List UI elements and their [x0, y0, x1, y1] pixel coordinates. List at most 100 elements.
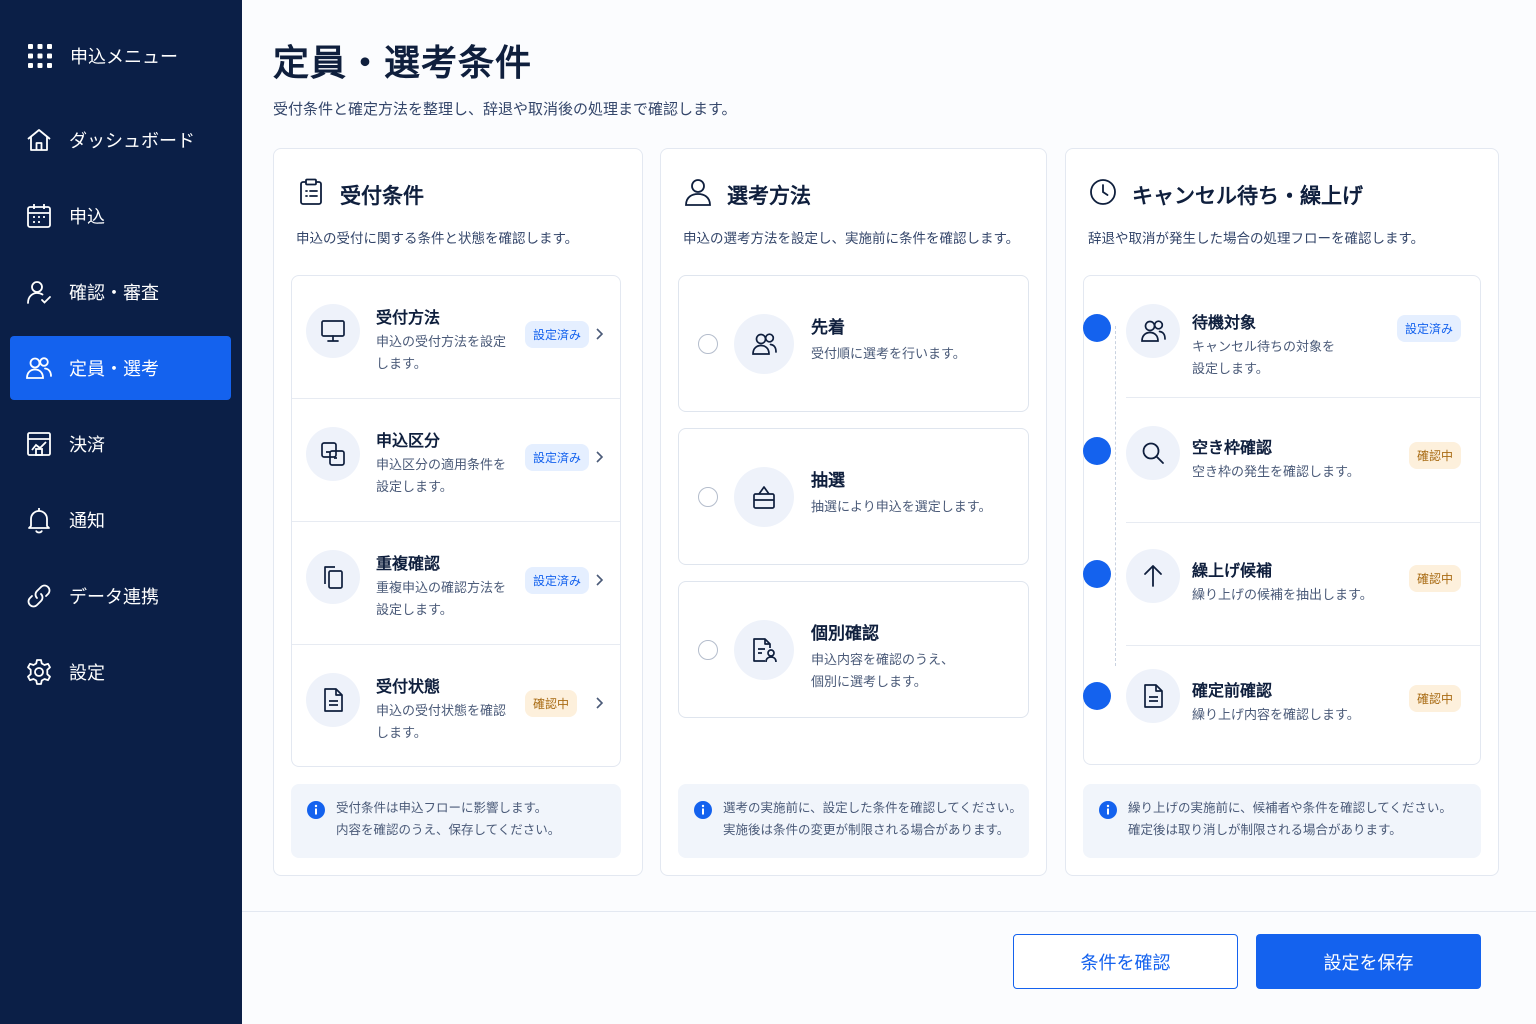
bell-icon — [25, 506, 53, 534]
option-title: 先着 — [811, 318, 845, 338]
option-desc: 受付順に選考を行います。 — [811, 347, 966, 362]
footer-divider — [242, 911, 1536, 912]
step-title: 繰上げ候補 — [1192, 561, 1273, 580]
selection-option-lottery[interactable]: 抽選 抽選により申込を選定します。 — [678, 428, 1029, 565]
app-menu-button[interactable]: 申込メニュー — [26, 42, 178, 70]
sidebar-item-label: 申込 — [69, 207, 105, 228]
reception-info-box: 受付条件は申込フローに影響します。 内容を確認のうえ、保存してください。 — [291, 784, 621, 858]
selection-panel-desc: 申込の選考方法を設定し、実施前に条件を確認します。 — [683, 231, 1020, 247]
sidebar-item-applications[interactable]: 申込 — [10, 184, 231, 248]
step-desc-line: 設定します。 — [1192, 362, 1269, 377]
sidebar: 申込メニュー ダッシュボード 申込 確認・審査 定員・選考 決済 通知 データ連… — [0, 0, 242, 1024]
sidebar-item-label: 確認・審査 — [69, 283, 159, 304]
calendar-icon — [25, 202, 53, 230]
users-icon — [734, 314, 794, 374]
status-badge: 確認中 — [525, 690, 578, 717]
step-desc-line: キャンセル待ちの対象を — [1192, 340, 1336, 355]
step-desc: キャンセル待ちの対象を 設定します。 — [1192, 337, 1392, 381]
clipboard-icon — [296, 177, 326, 212]
sidebar-item-dashboard[interactable]: ダッシュボード — [10, 108, 231, 172]
info-text: 選考の実施前に、設定した条件を確認してください。 実施後は条件の変更が制限される… — [723, 797, 1022, 841]
link-icon — [25, 582, 53, 610]
sidebar-item-label: 決済 — [69, 435, 105, 456]
row-desc: 申込の受付状態を確認します。 — [376, 704, 507, 741]
row-title: 受付状態 — [376, 677, 441, 696]
chevron-right-icon — [596, 697, 604, 709]
step-title: 確定前確認 — [1192, 681, 1273, 700]
monitor-icon — [306, 304, 360, 358]
option-desc-line: 申込内容を確認のうえ、 — [811, 653, 955, 668]
selection-option-first-come[interactable]: 先着 受付順に選考を行います。 — [678, 275, 1029, 412]
reception-row-duplicate[interactable]: 重複確認 重複申込の確認方法を設定します。 設定済み — [292, 522, 620, 645]
status-badge: 確認中 — [1408, 565, 1461, 592]
waitlist-panel-header: キャンセル待ち・繰上げ — [1088, 177, 1363, 212]
row-title: 申込区分 — [376, 431, 441, 450]
status-badge: 設定済み — [525, 567, 590, 594]
reception-row-method[interactable]: 受付方法 申込の受付方法を設定します。 設定済み — [292, 276, 620, 399]
check-conditions-button[interactable]: 条件を確認 — [1013, 934, 1238, 989]
sidebar-item-label: 設定 — [69, 663, 105, 684]
radio-button[interactable] — [698, 640, 718, 660]
step-title: 空き枠確認 — [1192, 438, 1273, 457]
option-desc: 抽選により申込を選定します。 — [811, 500, 992, 515]
radio-button[interactable] — [698, 334, 718, 354]
timeline-dot — [1083, 560, 1111, 588]
timeline-connector — [1115, 326, 1116, 666]
option-desc: 申込内容を確認のうえ、 個別に選考します。 — [811, 650, 954, 694]
gear-icon — [25, 658, 53, 686]
timeline-dot — [1083, 437, 1111, 465]
info-line: 選考の実施前に、設定した条件を確認してください。 — [723, 800, 1022, 815]
radio-button[interactable] — [698, 487, 718, 507]
duplicate-icon — [306, 550, 360, 604]
status-badge: 確認中 — [1408, 685, 1461, 712]
chevron-right-icon — [596, 451, 604, 463]
sidebar-item-notifications[interactable]: 通知 — [10, 488, 231, 552]
option-desc-line: 個別に選考します。 — [811, 675, 927, 690]
waitlist-panel-title: キャンセル待ち・繰上げ — [1132, 183, 1363, 208]
copy-icon — [306, 427, 360, 481]
arrow-up-icon — [1126, 549, 1180, 603]
selection-info-box: 選考の実施前に、設定した条件を確認してください。 実施後は条件の変更が制限される… — [678, 784, 1029, 858]
info-line: 確定後は取り消しが制限される場合があります。 — [1128, 822, 1402, 837]
option-title: 抽選 — [811, 471, 845, 491]
waitlist-step-candidates[interactable]: 繰上げ候補 繰り上げの候補を抽出します。 確認中 — [1126, 524, 1480, 646]
sidebar-item-label: 通知 — [69, 511, 105, 532]
page-subtitle: 受付条件と確定方法を整理し、辞退や取消後の処理まで確認します。 — [273, 100, 737, 118]
sidebar-item-capacity[interactable]: 定員・選考 — [10, 336, 231, 400]
grid-icon — [26, 42, 54, 70]
reception-row-status[interactable]: 受付状態 申込の受付状態を確認します。 確認中 — [292, 645, 620, 766]
status-badge: 設定済み — [525, 444, 590, 471]
step-desc: 繰り上げの候補を抽出します。 — [1192, 588, 1373, 603]
sidebar-item-payment[interactable]: 決済 — [10, 412, 231, 476]
document-icon — [306, 673, 360, 727]
reception-row-category[interactable]: 申込区分 申込区分の適用条件を設定します。 設定済み — [292, 399, 620, 522]
selection-panel: 選考方法 申込の選考方法を設定し、実施前に条件を確認します。 先着 受付順に選考… — [660, 148, 1047, 876]
info-line: 繰り上げの実施前に、候補者や条件を確認してください。 — [1128, 800, 1452, 815]
chevron-right-icon — [596, 574, 604, 586]
row-title: 受付方法 — [376, 308, 441, 327]
users-icon — [25, 354, 53, 382]
status-badge: 設定済み — [525, 321, 590, 348]
document-icon — [1126, 669, 1180, 723]
waitlist-step-vacancy[interactable]: 空き枠確認 空き枠の発生を確認します。 確認中 — [1126, 401, 1480, 523]
waitlist-info-box: 繰り上げの実施前に、候補者や条件を確認してください。 確定後は取り消しが制限され… — [1083, 784, 1481, 858]
document-user-icon — [734, 620, 794, 680]
reception-panel-title: 受付条件 — [340, 183, 424, 208]
sidebar-item-data-integration[interactable]: データ連携 — [10, 564, 231, 628]
waitlist-step-target[interactable]: 待機対象 キャンセル待ちの対象を 設定します。 設定済み — [1126, 276, 1480, 398]
selection-panel-title: 選考方法 — [727, 183, 811, 208]
selection-panel-header: 選考方法 — [683, 177, 811, 212]
selection-option-individual[interactable]: 個別確認 申込内容を確認のうえ、 個別に選考します。 — [678, 581, 1029, 718]
brand-label: 申込メニュー — [70, 47, 178, 68]
sidebar-item-review[interactable]: 確認・審査 — [10, 260, 231, 324]
user-icon — [683, 177, 713, 212]
sidebar-item-settings[interactable]: 設定 — [10, 640, 231, 704]
info-text: 繰り上げの実施前に、候補者や条件を確認してください。 確定後は取り消しが制限され… — [1128, 797, 1452, 841]
info-line: 実施後は条件の変更が制限される場合があります。 — [723, 822, 1010, 837]
step-title: 待機対象 — [1192, 313, 1257, 332]
save-settings-button[interactable]: 設定を保存 — [1256, 934, 1481, 989]
waitlist-step-final-check[interactable]: 確定前確認 繰り上げ内容を確認します。 確認中 — [1126, 644, 1480, 766]
row-desc: 申込区分の適用条件を設定します。 — [376, 458, 507, 495]
status-badge: 設定済み — [1396, 315, 1461, 342]
waitlist-timeline: 待機対象 キャンセル待ちの対象を 設定します。 設定済み 空き枠確認 空き枠の発… — [1083, 275, 1481, 765]
